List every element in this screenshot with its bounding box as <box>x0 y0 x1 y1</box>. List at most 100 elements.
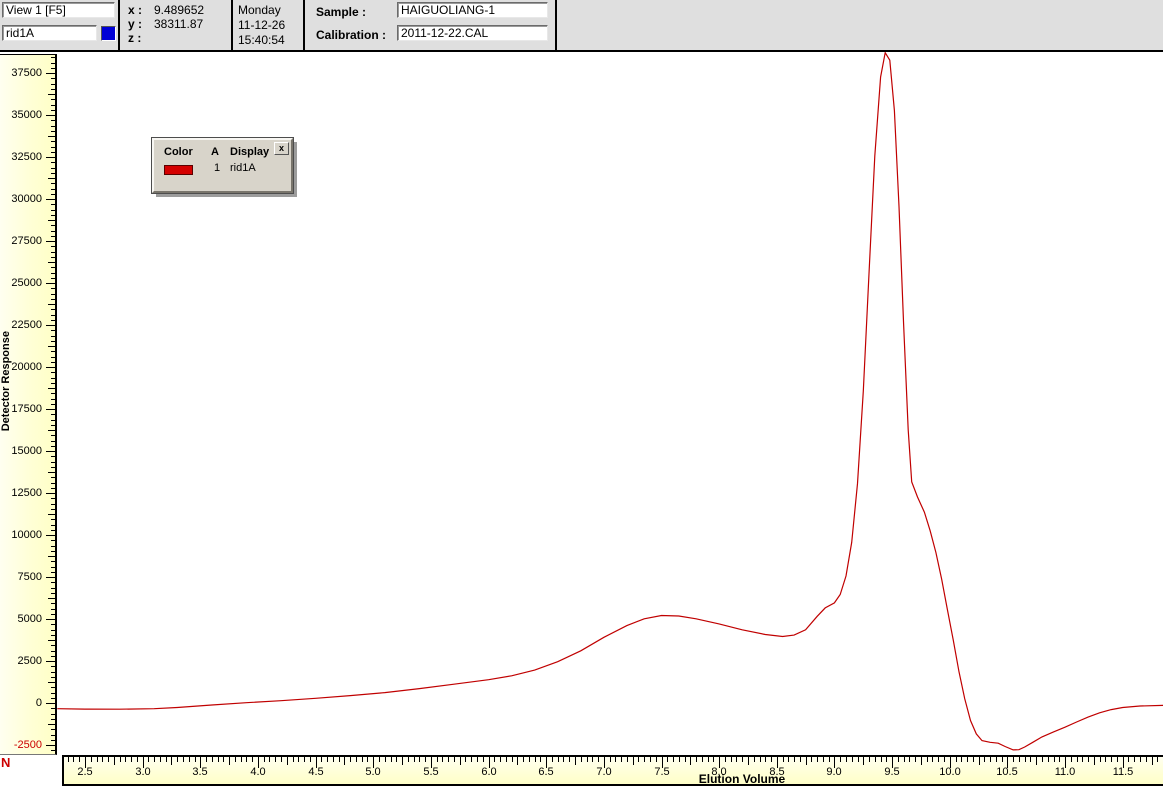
y-axis-ruler[interactable]: Detector Response -2500 0 2500 5000 7500 1000… <box>0 54 57 755</box>
x-minor-tick <box>408 757 409 762</box>
x-minor-tick <box>293 757 294 762</box>
x-minor-tick <box>1054 757 1055 762</box>
close-icon[interactable]: x <box>274 142 289 155</box>
x-minor-tick <box>1157 757 1158 762</box>
y-minor-tick <box>51 225 55 226</box>
x-minor-tick <box>68 757 69 762</box>
y-tick-label: 25000 <box>11 277 42 289</box>
x-minor-tick <box>102 757 103 762</box>
y-minor-tick <box>51 414 55 415</box>
x-minor-tick <box>223 757 224 762</box>
x-minor-tick <box>800 757 801 762</box>
x-tick-label: 5.5 <box>423 766 439 778</box>
y-tick-label: 32500 <box>11 151 42 163</box>
y-minor-tick <box>51 252 55 253</box>
signal-name-input[interactable] <box>2 25 97 41</box>
x-minor-tick <box>1077 757 1078 762</box>
y-minor-tick <box>51 278 55 279</box>
sample-input[interactable] <box>397 2 548 18</box>
y-minor-tick <box>51 246 55 247</box>
x-minor-tick <box>506 757 507 762</box>
x-minor-tick <box>1030 757 1031 762</box>
y-minor-tick <box>48 472 55 473</box>
y-minor-tick <box>48 262 55 263</box>
y-minor-tick <box>51 477 55 478</box>
x-minor-tick <box>195 757 196 762</box>
y-minor-tick <box>51 257 55 258</box>
x-minor-tick <box>650 757 651 762</box>
y-minor-tick <box>51 719 55 720</box>
y-minor-tick <box>51 504 55 505</box>
x-minor-tick <box>1094 757 1095 765</box>
x-minor-tick <box>956 757 957 762</box>
y-tick-label: 17500 <box>11 403 42 415</box>
x-minor-tick <box>771 757 772 762</box>
x-minor-tick <box>696 757 697 762</box>
x-minor-tick <box>517 757 518 765</box>
x-minor-tick <box>246 757 247 762</box>
y-minor-tick <box>51 362 55 363</box>
y-major-tick <box>46 535 55 536</box>
x-minor-tick <box>644 757 645 762</box>
y-minor-tick <box>51 588 55 589</box>
x-minor-tick <box>575 757 576 765</box>
x-minor-tick <box>385 757 386 762</box>
x-minor-tick <box>206 757 207 762</box>
y-minor-tick <box>51 147 55 148</box>
y-minor-tick <box>51 393 55 394</box>
x-minor-tick <box>137 757 138 762</box>
x-minor-tick <box>483 757 484 762</box>
y-tick-label: 5000 <box>17 613 42 625</box>
x-minor-tick <box>1111 757 1112 762</box>
legend-window[interactable]: x Color A Display 1 rid1A <box>152 138 293 193</box>
y-minor-tick <box>51 603 55 604</box>
x-minor-tick <box>915 757 916 762</box>
y-minor-tick <box>51 729 55 730</box>
x-minor-tick <box>765 757 766 762</box>
y-minor-tick <box>48 178 55 179</box>
x-minor-tick <box>679 757 680 762</box>
x-minor-tick <box>298 757 299 762</box>
x-minor-tick <box>321 757 322 762</box>
view-selector-input[interactable] <box>2 2 115 18</box>
y-minor-tick <box>51 750 55 751</box>
y-major-tick <box>46 241 55 242</box>
x-minor-tick <box>160 757 161 762</box>
x-minor-tick <box>984 757 985 762</box>
y-major-tick <box>46 283 55 284</box>
x-tick-label: 7.0 <box>596 766 612 778</box>
signal-color-swatch[interactable] <box>101 26 116 41</box>
calibration-input[interactable] <box>397 25 548 41</box>
y-minor-tick <box>51 357 55 358</box>
y-minor-tick <box>51 320 55 321</box>
y-minor-tick <box>51 708 55 709</box>
x-minor-tick <box>840 757 841 762</box>
y-minor-tick <box>51 84 55 85</box>
y-minor-tick <box>51 204 55 205</box>
cursor-readout-panel: x : 9.489652 y : 38311.87 z : <box>120 0 233 50</box>
x-minor-tick <box>73 757 74 762</box>
x-minor-tick <box>829 757 830 762</box>
x-minor-tick <box>523 757 524 762</box>
y-major-tick <box>46 451 55 452</box>
x-minor-tick <box>748 757 749 765</box>
x-tick-label: 8.0 <box>711 766 727 778</box>
x-axis-ruler[interactable]: Elution Volume 2.5 3.0 3.5 4.0 4.5 5.0 5.5 6.0 6… <box>62 755 1163 786</box>
y-tick-label: 35000 <box>11 109 42 121</box>
x-minor-tick <box>535 757 536 762</box>
x-minor-tick <box>241 757 242 762</box>
x-minor-tick <box>846 757 847 762</box>
x-minor-tick <box>909 757 910 762</box>
x-minor-tick <box>494 757 495 762</box>
y-minor-tick <box>51 651 55 652</box>
x-minor-tick <box>881 757 882 762</box>
y-minor-tick <box>51 336 55 337</box>
x-minor-tick <box>806 757 807 765</box>
x-minor-tick <box>1002 757 1003 762</box>
y-major-tick <box>46 115 55 116</box>
x-tick-label: 6.0 <box>481 766 497 778</box>
y-minor-tick <box>51 105 55 106</box>
x-minor-tick <box>275 757 276 762</box>
x-tick-label: 10.0 <box>939 766 961 778</box>
y-minor-tick <box>51 78 55 79</box>
